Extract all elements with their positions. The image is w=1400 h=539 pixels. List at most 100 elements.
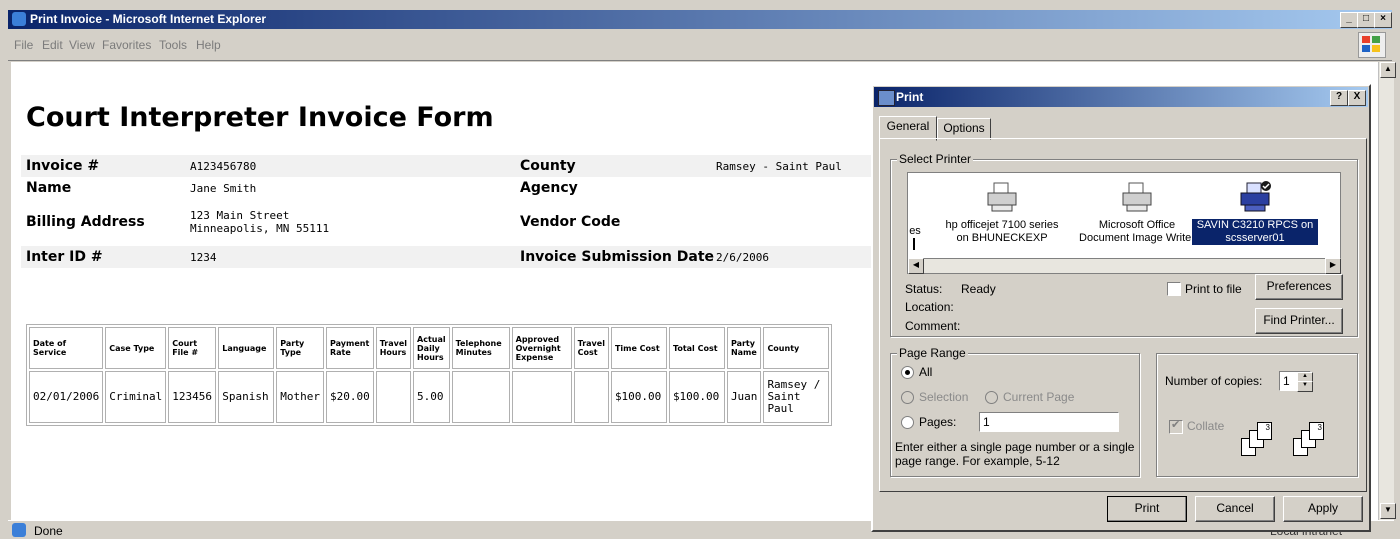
copies-down-icon[interactable]: ▼ — [1297, 381, 1313, 392]
submission-date-label: Invoice Submission Date — [520, 249, 715, 265]
agency-label: Agency — [520, 180, 578, 196]
menu-bar: File Edit View Favorites Tools Help — [8, 29, 1392, 61]
printer-item-msoffice[interactable]: Microsoft Office Document Image Writer — [1072, 179, 1202, 245]
printer-sub: on BHUNECKEXP — [956, 232, 1048, 244]
collate-check-icon: ✔ — [1171, 419, 1181, 431]
printer-sub: scsserver01 — [1225, 232, 1285, 244]
county-value: Ramsey - Saint Paul — [716, 160, 842, 173]
cell-case-type: Criminal — [105, 371, 167, 423]
close-dialog-button[interactable]: X — [1348, 90, 1366, 106]
col-party-name: Party Name — [726, 327, 762, 369]
menu-view[interactable]: View — [69, 38, 95, 52]
name-value: Jane Smith — [190, 182, 257, 195]
close-window-button[interactable]: × — [1374, 12, 1392, 28]
printer-item-hp[interactable]: hp officejet 7100 series on BHUNECKEXP — [926, 179, 1078, 245]
cell-overnight-expense — [511, 371, 572, 423]
printer-selected-label: SAVIN C3210 RPCS on scsserver01 — [1192, 219, 1318, 245]
windows-logo-icon — [1358, 32, 1386, 58]
col-overnight-expense: Approved Overnight Expense — [511, 327, 572, 369]
cell-daily-hours: 5.00 — [413, 371, 450, 423]
range-all-radio[interactable] — [901, 366, 914, 379]
print-dialog: Print ? X General Options Select Printer… — [871, 84, 1371, 532]
cell-language: Spanish — [218, 371, 275, 423]
help-button[interactable]: ? — [1330, 90, 1348, 106]
service-table: Date of Service Case Type Court File # L… — [26, 324, 833, 426]
range-selection-radio — [901, 391, 914, 404]
range-hint-1: Enter either a single page number or a s… — [895, 440, 1135, 454]
scroll-right-icon[interactable]: ▶ — [1325, 258, 1341, 274]
col-travel-hours: Travel Hours — [375, 327, 412, 369]
col-county: County — [763, 327, 830, 369]
page-card-icon: 3 — [1309, 422, 1324, 440]
printer-savin-icon — [1240, 181, 1271, 212]
print-button[interactable]: Print — [1107, 496, 1187, 522]
col-daily-hours: Actual Daily Hours — [413, 327, 450, 369]
range-pages-radio[interactable] — [901, 416, 914, 429]
cell-county: Ramsey / Saint Paul — [763, 371, 830, 423]
cell-telephone-minutes — [451, 371, 510, 423]
menu-favorites[interactable]: Favorites — [102, 38, 151, 52]
menu-edit[interactable]: Edit — [42, 38, 63, 52]
range-pages-label: Pages: — [919, 415, 957, 429]
window-title: Print Invoice - Microsoft Internet Explo… — [30, 12, 267, 26]
print-to-file-checkbox[interactable] — [1167, 282, 1181, 296]
find-printer-button[interactable]: Find Printer... — [1255, 308, 1343, 334]
range-current-label: Current Page — [1003, 390, 1075, 404]
invoice-heading: Court Interpreter Invoice Form — [26, 102, 494, 133]
printer-list-hscrollbar[interactable]: ◀ ▶ — [907, 258, 1341, 274]
name-label: Name — [26, 180, 72, 196]
ie-status-icon — [12, 523, 26, 537]
table-row: 02/01/2006 Criminal 123456 Spanish Mothe… — [29, 371, 830, 423]
page-range-group: Page Range All Selection Current Page Pa… — [890, 346, 1140, 477]
status-text: Done — [34, 524, 63, 538]
preferences-button[interactable]: Preferences — [1255, 274, 1343, 300]
menu-file[interactable]: File — [14, 38, 33, 52]
tab-options[interactable]: Options — [937, 118, 991, 140]
invoice-number-label: Invoice # — [26, 158, 100, 174]
printer-list[interactable]: es hp officejet 7100 series on BHUNECKEX… — [907, 172, 1341, 260]
col-party-type: Party Type — [276, 327, 324, 369]
radio-dot — [905, 370, 910, 375]
billing-address-line1: 123 Main Street — [190, 209, 290, 222]
copies-group: Number of copies: 1 ▲ ▼ ✔ Collate 1 2 3 … — [1156, 353, 1358, 477]
minimize-button[interactable]: _ — [1340, 12, 1358, 28]
printer-name: Microsoft Office — [1098, 219, 1176, 231]
printer-name: SAVIN C3210 RPCS on — [1196, 219, 1314, 231]
ie-page-icon — [12, 12, 26, 26]
range-selection-label: Selection — [919, 390, 969, 404]
pages-input[interactable]: 1 — [979, 412, 1119, 432]
menu-help[interactable]: Help — [196, 38, 221, 52]
maximize-button[interactable]: □ — [1357, 12, 1375, 28]
county-label: County — [520, 158, 576, 174]
range-hint-2: page range. For example, 5-12 — [895, 454, 1060, 468]
comment-label: Comment: — [905, 319, 961, 333]
cancel-button[interactable]: Cancel — [1195, 496, 1275, 522]
billing-address-line2: Minneapolis, MN 55111 — [190, 222, 330, 235]
printer-msoffice-icon — [1122, 182, 1152, 212]
col-case-type: Case Type — [105, 327, 167, 369]
printer-item-savin[interactable]: SAVIN C3210 RPCS on scsserver01 — [1192, 179, 1318, 245]
page-card-icon: 3 — [1257, 422, 1272, 440]
scroll-left-icon[interactable]: ◀ — [908, 258, 924, 274]
invoice-number-value: A123456780 — [190, 160, 257, 173]
cell-total-cost: $100.00 — [668, 371, 725, 423]
cell-court-file: 123456 — [168, 371, 217, 423]
page-range-label: Page Range — [897, 346, 968, 360]
inter-id-label: Inter ID # — [26, 249, 103, 265]
apply-button[interactable]: Apply — [1283, 496, 1363, 522]
col-travel-cost: Travel Cost — [573, 327, 609, 369]
scroll-down-icon[interactable]: ▼ — [1380, 503, 1396, 519]
cell-travel-cost — [573, 371, 609, 423]
printer-item-partial[interactable]: es — [908, 225, 922, 250]
collate-checkbox: ✔ — [1169, 419, 1183, 434]
range-current-radio — [985, 391, 998, 404]
col-language: Language — [218, 327, 275, 369]
col-payment-rate: Payment Rate — [325, 327, 374, 369]
collate-label: Collate — [1187, 419, 1225, 433]
scroll-up-icon[interactable]: ▲ — [1380, 62, 1396, 78]
ie-title-bar: Print Invoice - Microsoft Internet Explo… — [8, 10, 1392, 29]
vertical-scrollbar[interactable]: ▲ ▼ — [1378, 62, 1396, 520]
menu-tools[interactable]: Tools — [159, 38, 187, 52]
cell-time-cost: $100.00 — [610, 371, 667, 423]
copies-label: Number of copies: — [1165, 374, 1263, 388]
